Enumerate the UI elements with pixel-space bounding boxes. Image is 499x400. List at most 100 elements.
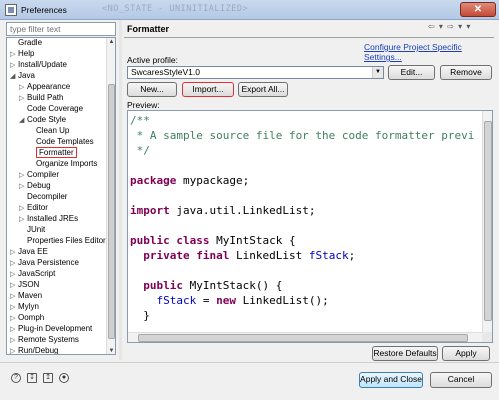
tree-item-label: Decompiler <box>27 192 68 201</box>
tree-item-label: Organize Imports <box>36 159 98 168</box>
import-prefs-icon[interactable]: ↧ <box>27 373 37 383</box>
tree-item[interactable]: ▷ Installed JREs <box>19 213 78 224</box>
scroll-corner <box>482 332 492 342</box>
collapsed-arrow-icon[interactable]: ▷ <box>10 346 18 354</box>
export-prefs-icon[interactable]: ↥ <box>43 373 53 383</box>
chevron-down-icon[interactable]: ▼ <box>372 67 383 78</box>
preview-horizontal-scrollbar[interactable] <box>128 332 484 342</box>
edit-button[interactable]: Edit... <box>388 65 435 80</box>
nav-arrows-icon[interactable]: ⇦ ▾ ⇨ ▾ ▾ <box>428 22 492 34</box>
code-token: = <box>196 294 217 307</box>
tree-item[interactable]: ◢ Code Style <box>19 114 66 125</box>
tree-item-label: Compiler <box>27 170 60 179</box>
tree-item[interactable]: ▷ Java EE <box>10 246 48 257</box>
tree-item[interactable]: ▷ Compiler <box>19 169 59 180</box>
tree-item[interactable]: ▷ Editor <box>19 202 48 213</box>
code-line: import java.util.LinkedList; <box>130 203 474 218</box>
tree-item[interactable]: JUnit <box>19 224 45 235</box>
tree-item-label: Plug-in Development <box>18 324 93 333</box>
filter-input[interactable]: type filter text <box>6 22 116 36</box>
close-button[interactable]: ✕ <box>460 2 496 17</box>
tree-item[interactable]: Code Coverage <box>19 103 83 114</box>
tree-item[interactable]: ◢ Java <box>10 70 35 81</box>
code-line: fStack = new LinkedList(); <box>130 293 474 308</box>
tree-scrollbar[interactable]: ▲ ▼ <box>106 38 115 354</box>
tree-item[interactable]: ▷ Install/Update <box>10 59 67 70</box>
code-preview-text: /** * A sample source file for the code … <box>130 113 475 342</box>
tree-item[interactable]: Gradle <box>10 38 42 48</box>
tree-item-label: JSON <box>18 280 40 289</box>
tree-item-label: Run/Debug <box>18 346 59 355</box>
code-token: mypackage; <box>176 174 250 187</box>
tree-item[interactable]: Clean Up <box>28 125 69 136</box>
tree-item[interactable]: ▷ Debug <box>19 180 51 191</box>
tree-item-label: Appearance <box>27 82 71 91</box>
scroll-up-icon[interactable]: ▲ <box>107 38 115 47</box>
expanded-arrow-icon[interactable]: ◢ <box>19 115 27 126</box>
tree-item-label: Java <box>18 71 35 80</box>
tree-item-label: Installed JREs <box>27 214 79 223</box>
tree-item[interactable]: ▷ Plug-in Development <box>10 323 92 334</box>
preview-hscroll-thumb[interactable] <box>138 334 468 342</box>
tree-scroll-thumb[interactable] <box>108 84 115 339</box>
preview-vscroll-thumb[interactable] <box>484 121 492 321</box>
active-profile-select[interactable]: SwcaresStyleV1.0 ▼ <box>127 66 384 79</box>
title-bar: Preferences <NO_STATE - UNINITIALIZED> ✕ <box>0 0 499 20</box>
tree-item-label: Oomph <box>18 313 45 322</box>
code-line: /** <box>130 113 474 128</box>
tree-item[interactable]: ▷ Appearance <box>19 81 70 92</box>
code-token: package <box>130 174 177 187</box>
tree-item[interactable]: ▷ JSON <box>10 279 39 290</box>
apply-button[interactable]: Apply <box>442 346 490 361</box>
export-all-button[interactable]: Export All... <box>238 82 288 97</box>
tree-item[interactable]: Code Templates <box>28 136 94 147</box>
tree-item-label: Debug <box>27 181 51 190</box>
tree-item-label: Code Templates <box>36 137 94 146</box>
code-token: } <box>130 309 150 322</box>
preferences-tree[interactable]: ▲ ▼ Gradle ▷ Help ▷ Install/Update ◢ Java ▷ Appe… <box>6 37 116 355</box>
tree-item[interactable]: ▷ Build Path <box>19 92 63 103</box>
tree-item[interactable]: ▷ Remote Systems <box>10 334 79 345</box>
apply-and-close-button[interactable]: Apply and Close <box>359 372 423 388</box>
code-token: MyIntStack { <box>209 234 296 247</box>
expanded-arrow-icon[interactable]: ◢ <box>10 71 18 82</box>
help-icon[interactable]: ? <box>11 373 21 383</box>
tree-item-label: Java EE <box>18 247 48 256</box>
configure-project-link[interactable]: Configure Project Specific Settings... <box>364 42 499 62</box>
code-preview: /** * A sample source file for the code … <box>127 110 493 343</box>
tree-item-label: JavaScript <box>18 269 56 278</box>
tree-item-label: Clean Up <box>36 126 70 135</box>
code-token: /** <box>130 114 150 127</box>
remove-button[interactable]: Remove <box>440 65 492 80</box>
tree-item[interactable]: ▷ Oomph <box>10 312 44 323</box>
code-line: * A sample source file for the code form… <box>130 128 475 143</box>
import-button[interactable]: Import... <box>182 82 234 97</box>
tree-item[interactable]: Properties Files Editor <box>19 235 106 246</box>
code-token: public class <box>130 234 210 247</box>
cancel-button[interactable]: Cancel <box>430 372 492 388</box>
preview-vertical-scrollbar[interactable] <box>482 111 492 332</box>
tree-item[interactable]: Decompiler <box>19 191 67 202</box>
tree-item-label: Editor <box>27 203 48 212</box>
new-button[interactable]: New... <box>127 82 177 97</box>
record-icon[interactable]: ● <box>59 373 69 383</box>
restore-defaults-button[interactable]: Restore Defaults <box>372 346 438 361</box>
tree-item-label: Formatter <box>36 147 77 158</box>
tree-item[interactable]: ▷ Run/Debug <box>10 345 59 355</box>
code-token: */ <box>130 144 150 157</box>
tree-item[interactable]: Organize Imports <box>28 158 97 169</box>
tree-item-label: Java Persistence <box>18 258 79 267</box>
tree-item[interactable]: Formatter <box>28 147 77 158</box>
scroll-down-icon[interactable]: ▼ <box>107 347 115 354</box>
pane-sash[interactable] <box>119 20 122 360</box>
tree-item-label: Install/Update <box>18 60 67 69</box>
tree-item[interactable]: ▷ Java Persistence <box>10 257 79 268</box>
code-token: new <box>216 294 236 307</box>
code-line: public MyIntStack() { <box>130 278 474 293</box>
tree-item[interactable]: ▷ JavaScript <box>10 268 55 279</box>
tree-item[interactable]: ▷ Mylyn <box>10 301 39 312</box>
tree-item[interactable]: ▷ Help <box>10 48 34 59</box>
tree-item[interactable]: ▷ Maven <box>10 290 42 301</box>
code-line: } <box>130 308 474 323</box>
